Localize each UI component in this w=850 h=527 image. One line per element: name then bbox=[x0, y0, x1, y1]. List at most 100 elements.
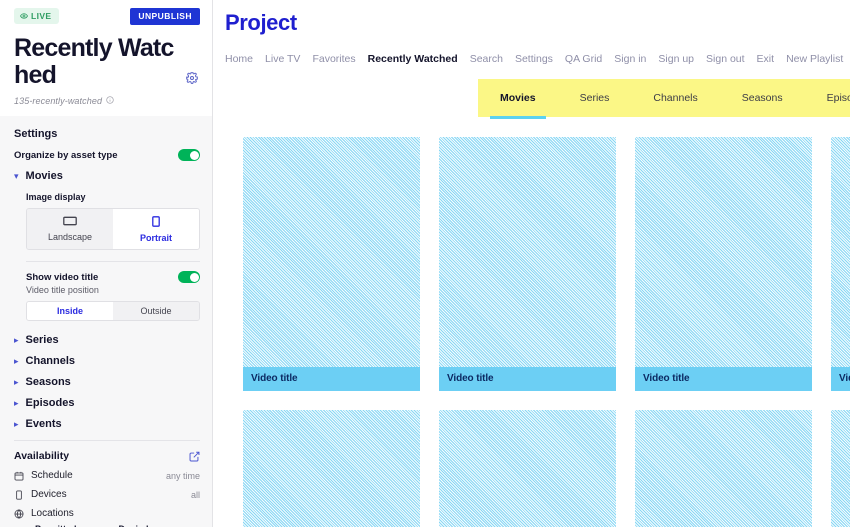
settings-group-label: Events bbox=[25, 418, 62, 431]
sidebar-header: LIVE UNPUBLISH Recently Watched 135-rece… bbox=[0, 0, 212, 117]
settings-group-series[interactable]: ▸ Series bbox=[14, 334, 200, 346]
availability-row-label: Locations bbox=[31, 508, 74, 520]
nav-item-live-tv[interactable]: Live TV bbox=[265, 53, 300, 65]
show-video-title-row: Show video title bbox=[26, 271, 200, 284]
nav-item-home[interactable]: Home bbox=[225, 53, 253, 65]
portrait-label: Portrait bbox=[139, 233, 172, 244]
chevron-right-icon: ▸ bbox=[14, 355, 19, 366]
nav-item-recently-watched[interactable]: Recently Watched bbox=[368, 53, 458, 65]
settings-group-label: Episodes bbox=[25, 397, 75, 410]
status-badge-label: LIVE bbox=[31, 11, 52, 21]
project-title: Project bbox=[225, 10, 297, 35]
video-card-title: Video title bbox=[831, 367, 850, 391]
nav-item-qa-grid[interactable]: QA Grid bbox=[565, 53, 602, 65]
top-navigation: Home Live TV Favorites Recently Watched … bbox=[225, 53, 850, 65]
chevron-down-icon: ▾ bbox=[14, 170, 19, 181]
tab-channels[interactable]: Channels bbox=[631, 79, 719, 117]
gear-icon[interactable] bbox=[185, 71, 200, 88]
video-poster-placeholder bbox=[635, 410, 812, 527]
settings-group-movies[interactable]: ▾ Movies bbox=[14, 170, 200, 182]
video-card[interactable]: Video title bbox=[243, 137, 420, 391]
video-card-title: Video title bbox=[635, 367, 812, 391]
video-card[interactable]: Video title bbox=[831, 137, 850, 391]
video-card[interactable]: Video title bbox=[243, 410, 420, 527]
tab-series[interactable]: Series bbox=[558, 79, 632, 117]
settings-group-seasons[interactable]: ▸ Seasons bbox=[14, 376, 200, 388]
video-poster-placeholder bbox=[243, 410, 420, 527]
video-poster-placeholder bbox=[831, 137, 850, 367]
video-poster-placeholder bbox=[243, 137, 420, 367]
image-display-portrait-option[interactable]: Portrait bbox=[113, 209, 199, 250]
settings-group-label: Seasons bbox=[25, 376, 71, 389]
preview-frame: Project Home Live TV Favorites Recently … bbox=[213, 0, 850, 527]
video-title-position-segmented: Inside Outside bbox=[26, 301, 200, 322]
video-card[interactable]: Video title bbox=[439, 137, 616, 391]
asset-type-tabbar: Movies Series Channels Seasons Episodes … bbox=[478, 79, 850, 119]
settings-group-episodes[interactable]: ▸ Episodes bbox=[14, 397, 200, 409]
chevron-right-icon: ▸ bbox=[14, 376, 19, 387]
video-poster-placeholder bbox=[439, 410, 616, 527]
unpublish-button[interactable]: UNPUBLISH bbox=[130, 8, 200, 26]
video-poster-placeholder bbox=[439, 137, 616, 367]
nav-item-sign-up[interactable]: Sign up bbox=[658, 53, 694, 65]
organize-by-asset-type-row: Organize by asset type bbox=[14, 149, 200, 162]
availability-header: Availability bbox=[14, 450, 200, 462]
nav-item-settings[interactable]: Settings bbox=[515, 53, 553, 65]
nav-item-new-playlist[interactable]: New Playlist bbox=[786, 53, 843, 65]
video-card-title: Video title bbox=[439, 367, 616, 391]
availability-row-schedule: Schedule any time bbox=[14, 470, 200, 481]
settings-group-label: Series bbox=[25, 334, 59, 347]
settings-group-events[interactable]: ▸ Events bbox=[14, 418, 200, 430]
video-card[interactable]: Video title bbox=[635, 410, 812, 527]
video-title-position-label: Video title position bbox=[26, 285, 99, 296]
landscape-icon bbox=[29, 216, 111, 228]
video-card-grid: Video title Video title Video title Vide… bbox=[225, 137, 850, 527]
sidebar-settings-section: Settings Organize by asset type ▾ Movies… bbox=[0, 116, 212, 527]
settings-group-label: Movies bbox=[25, 170, 63, 183]
nav-item-sign-out[interactable]: Sign out bbox=[706, 53, 745, 65]
globe-icon bbox=[14, 509, 24, 519]
nav-item-sign-in[interactable]: Sign in bbox=[614, 53, 646, 65]
video-poster-placeholder bbox=[635, 137, 812, 367]
edit-icon[interactable] bbox=[189, 451, 200, 462]
tab-seasons[interactable]: Seasons bbox=[720, 79, 805, 117]
video-card[interactable]: Video title bbox=[831, 410, 850, 527]
tab-movies[interactable]: Movies bbox=[478, 79, 558, 119]
settings-heading: Settings bbox=[14, 128, 58, 141]
sidebar-status-row: LIVE UNPUBLISH bbox=[14, 8, 200, 26]
settings-divider bbox=[26, 261, 200, 263]
landscape-label: Landscape bbox=[47, 232, 93, 243]
chevron-right-icon: ▸ bbox=[14, 418, 19, 429]
organize-toggle[interactable] bbox=[178, 149, 200, 162]
nav-item-search[interactable]: Search bbox=[470, 53, 503, 65]
position-outside-option[interactable]: Outside bbox=[113, 302, 199, 321]
slug: 135-recently-watched bbox=[14, 96, 200, 106]
organize-label: Organize by asset type bbox=[14, 149, 118, 161]
chevron-right-icon: ▸ bbox=[14, 334, 19, 345]
availability-row-value: any time bbox=[165, 470, 200, 481]
slug-text: 135-recently-watched bbox=[14, 96, 103, 107]
app-root: LIVE UNPUBLISH Recently Watched 135-rece… bbox=[0, 0, 850, 527]
video-card[interactable]: Video title bbox=[439, 410, 616, 527]
image-display-label: Image display bbox=[26, 192, 86, 203]
chevron-right-icon: ▸ bbox=[14, 397, 19, 408]
position-inside-option[interactable]: Inside bbox=[27, 302, 113, 321]
availability-heading: Availability bbox=[14, 450, 70, 463]
info-icon[interactable] bbox=[106, 96, 114, 106]
video-card-title: Video title bbox=[243, 367, 420, 391]
settings-group-channels[interactable]: ▸ Channels bbox=[14, 355, 200, 367]
calendar-icon bbox=[14, 471, 24, 481]
page-title: Recently Watched bbox=[14, 34, 174, 89]
show-video-title-toggle[interactable] bbox=[178, 271, 200, 284]
settings-group-label: Channels bbox=[25, 355, 76, 368]
status-badge: LIVE bbox=[14, 8, 59, 24]
tab-episodes[interactable]: Episodes bbox=[805, 79, 850, 117]
availability-row-label: Schedule bbox=[31, 470, 73, 482]
nav-item-exit[interactable]: Exit bbox=[757, 53, 775, 65]
portrait-icon bbox=[115, 216, 197, 229]
availability-row-devices: Devices all bbox=[14, 489, 200, 500]
video-card[interactable]: Video title bbox=[635, 137, 812, 391]
nav-item-favorites[interactable]: Favorites bbox=[312, 53, 355, 65]
image-display-landscape-option[interactable]: Landscape bbox=[27, 209, 113, 250]
availability-row-value: all bbox=[190, 489, 200, 500]
